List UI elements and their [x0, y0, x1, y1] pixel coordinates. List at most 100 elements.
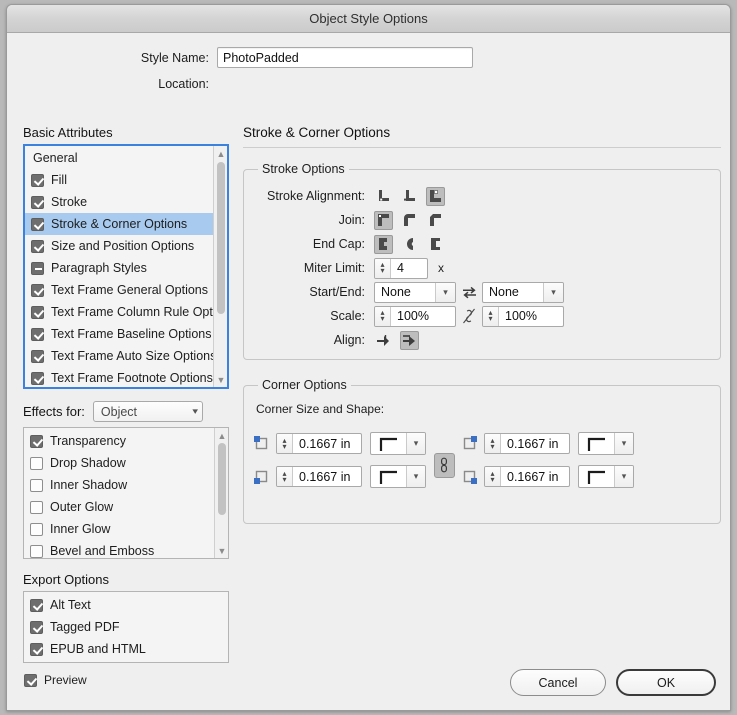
- corner-size-value-bottom-left[interactable]: 0.1667 in: [293, 470, 356, 484]
- corner-size-value-top-left[interactable]: 0.1667 in: [293, 437, 356, 451]
- stepper-arrows-icon[interactable]: ▴ ▾: [485, 467, 501, 486]
- attribute-size-and-position-options[interactable]: Size and Position Options: [25, 235, 227, 257]
- style-name-input[interactable]: PhotoPadded: [217, 47, 473, 68]
- attribute-text-frame-footnote-options[interactable]: Text Frame Footnote Options: [25, 367, 227, 387]
- attribute-stroke-corner-options[interactable]: Stroke & Corner Options: [25, 213, 227, 235]
- corner-size-stepper-top-right[interactable]: ▴ ▾ 0.1667 in: [484, 433, 570, 454]
- end-cap-butt-icon[interactable]: [374, 234, 393, 254]
- align-to-end-icon[interactable]: [400, 330, 419, 350]
- effects-list[interactable]: Transparency Drop Shadow Inner Shadow Outer…: [23, 427, 229, 559]
- effect-inner-glow[interactable]: Inner Glow: [24, 518, 228, 540]
- export-alt-text[interactable]: Alt Text: [24, 594, 228, 616]
- corner-size-value-bottom-right[interactable]: 0.1667 in: [501, 470, 564, 484]
- join-miter-icon[interactable]: [374, 210, 393, 230]
- cancel-button[interactable]: Cancel: [510, 669, 606, 696]
- corner-shape-select-bottom-left[interactable]: ▾: [370, 465, 426, 488]
- start-arrow-select[interactable]: None ▾: [374, 281, 456, 303]
- attribute-paragraph-styles[interactable]: Paragraph Styles: [25, 257, 227, 279]
- stroke-align-outside-icon[interactable]: [426, 186, 445, 206]
- scroll-up-icon[interactable]: ▲: [215, 429, 228, 442]
- stepper-arrows-icon[interactable]: ▴ ▾: [483, 306, 499, 326]
- checkbox[interactable]: [31, 371, 44, 385]
- checkbox[interactable]: [30, 500, 43, 514]
- stepper-arrows-icon[interactable]: ▴ ▾: [375, 258, 391, 278]
- preview-checkbox-row[interactable]: Preview: [24, 673, 87, 687]
- swap-arrows-icon[interactable]: [456, 286, 482, 299]
- effects-scrollbar[interactable]: ▲ ▼: [214, 428, 228, 558]
- attribute-fill[interactable]: Fill: [25, 169, 227, 191]
- chevron-down-icon: ▾: [614, 433, 633, 454]
- ok-button[interactable]: OK: [616, 669, 716, 696]
- corner-size-stepper-top-left[interactable]: ▴ ▾ 0.1667 in: [276, 433, 362, 454]
- scrollbar-thumb[interactable]: [217, 162, 225, 314]
- stepper-arrows-icon[interactable]: ▴ ▾: [485, 434, 501, 453]
- start-scale-stepper[interactable]: ▴ ▾ 100%: [374, 305, 456, 327]
- basic-attributes-title: Basic Attributes: [23, 125, 113, 140]
- stepper-arrows-icon[interactable]: ▴ ▾: [375, 306, 391, 326]
- join-round-icon[interactable]: [400, 211, 419, 230]
- effect-inner-shadow[interactable]: Inner Shadow: [24, 474, 228, 496]
- export-epub-and-html[interactable]: EPUB and HTML: [24, 638, 228, 660]
- join-bevel-icon[interactable]: [426, 211, 445, 230]
- scrollbar-thumb[interactable]: [218, 443, 226, 515]
- corner-shape-select-top-right[interactable]: ▾: [578, 432, 634, 455]
- export-options-list[interactable]: Alt Text Tagged PDF EPUB and HTML: [23, 591, 229, 663]
- scroll-down-icon[interactable]: ▼: [214, 373, 227, 386]
- stepper-arrows-icon[interactable]: ▴ ▾: [277, 467, 293, 486]
- checkbox[interactable]: [30, 434, 43, 448]
- attribute-stroke[interactable]: Stroke: [25, 191, 227, 213]
- checkbox[interactable]: [31, 305, 44, 319]
- effect-outer-glow[interactable]: Outer Glow: [24, 496, 228, 518]
- attribute-text-frame-column-rule-options[interactable]: Text Frame Column Rule Options: [25, 301, 227, 323]
- checkbox[interactable]: [31, 283, 44, 297]
- corner-size-value-top-right[interactable]: 0.1667 in: [501, 437, 564, 451]
- effects-for-select[interactable]: Object ▾: [92, 401, 203, 422]
- stroke-align-inside-icon[interactable]: [400, 187, 419, 206]
- corner-size-stepper-bottom-right[interactable]: ▴ ▾ 0.1667 in: [484, 466, 570, 487]
- effect-bevel-and-emboss[interactable]: Bevel and Emboss: [24, 540, 228, 558]
- preview-checkbox[interactable]: [24, 673, 37, 687]
- scale-link-broken-icon[interactable]: [456, 308, 482, 324]
- start-scale-value[interactable]: 100%: [391, 309, 435, 323]
- checkbox[interactable]: [30, 598, 43, 612]
- miter-limit-stepper[interactable]: ▴ ▾ 4: [374, 257, 428, 279]
- corner-shape-select-top-left[interactable]: ▾: [370, 432, 426, 455]
- effect-transparency[interactable]: Transparency: [24, 430, 228, 452]
- corner-size-stepper-bottom-left[interactable]: ▴ ▾ 0.1667 in: [276, 466, 362, 487]
- stepper-arrows-icon[interactable]: ▴ ▾: [277, 434, 293, 453]
- attribute-text-frame-general-options[interactable]: Text Frame General Options: [25, 279, 227, 301]
- checkbox[interactable]: [30, 620, 43, 634]
- miter-limit-value[interactable]: 4: [391, 261, 410, 275]
- attribute-text-frame-auto-size-options[interactable]: Text Frame Auto Size Options: [25, 345, 227, 367]
- checkbox[interactable]: [30, 642, 43, 656]
- attribute-general[interactable]: General: [25, 147, 227, 169]
- basic-attributes-list[interactable]: General Fill Stroke Stroke & Corner Options…: [23, 144, 229, 389]
- checkbox[interactable]: [31, 217, 44, 231]
- attribute-text-frame-baseline-options[interactable]: Text Frame Baseline Options: [25, 323, 227, 345]
- checkbox[interactable]: [30, 456, 43, 470]
- end-cap-round-icon[interactable]: [400, 235, 419, 254]
- checkbox[interactable]: [31, 195, 44, 209]
- end-scale-value[interactable]: 100%: [499, 309, 543, 323]
- checkbox[interactable]: [30, 522, 43, 536]
- checkbox[interactable]: [31, 327, 44, 341]
- checkbox[interactable]: [31, 261, 44, 275]
- export-tagged-pdf[interactable]: Tagged PDF: [24, 616, 228, 638]
- checkbox[interactable]: [30, 544, 43, 558]
- basic-attributes-scrollbar[interactable]: ▲ ▼: [213, 146, 227, 387]
- stroke-align-center-icon[interactable]: [374, 187, 393, 206]
- effect-drop-shadow[interactable]: Drop Shadow: [24, 452, 228, 474]
- checkbox[interactable]: [30, 478, 43, 492]
- end-cap-projecting-icon[interactable]: [426, 235, 445, 254]
- corner-link-icon[interactable]: [433, 452, 455, 478]
- corner-shape-select-bottom-right[interactable]: ▾: [578, 465, 634, 488]
- align-extend-icon[interactable]: [374, 331, 393, 350]
- corner-row-bottom-left: ▴ ▾ 0.1667 in ▾: [254, 465, 426, 488]
- checkbox[interactable]: [31, 173, 44, 187]
- scroll-up-icon[interactable]: ▲: [214, 147, 227, 160]
- end-scale-stepper[interactable]: ▴ ▾ 100%: [482, 305, 564, 327]
- checkbox[interactable]: [31, 239, 44, 253]
- checkbox[interactable]: [31, 349, 44, 363]
- end-arrow-select[interactable]: None ▾: [482, 281, 564, 303]
- scroll-down-icon[interactable]: ▼: [215, 544, 228, 557]
